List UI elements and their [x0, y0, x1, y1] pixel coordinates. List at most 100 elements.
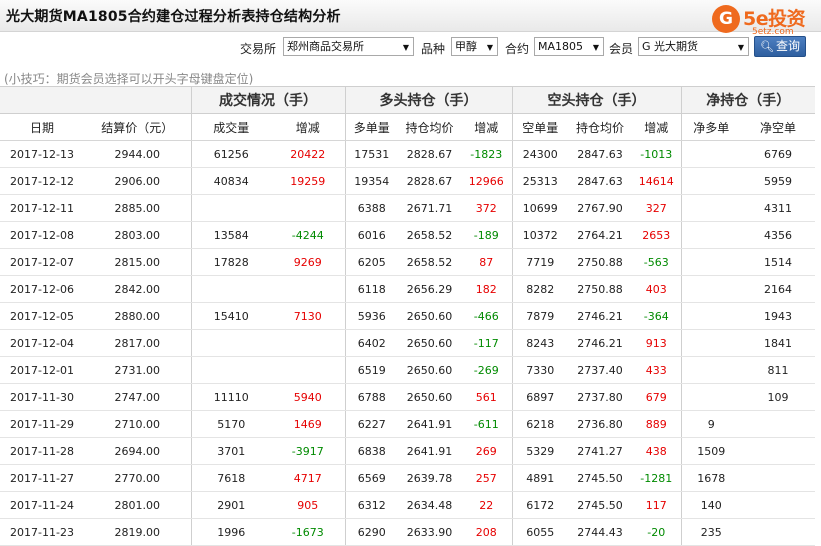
- cell-net-long: 9: [680, 410, 741, 438]
- cell-long-avg: 2641.91: [398, 410, 461, 438]
- cell-short-change: -563: [632, 248, 681, 276]
- cell-settle: 2731.00: [84, 356, 191, 384]
- cell-short-qty: 10699: [511, 194, 568, 222]
- tip-text: (小技巧：期货会员选择可以开头字母键盘定位): [4, 72, 254, 86]
- table-row: 2017-12-07 2815.00 17828 9269 6205 2658.52 87 7…: [0, 248, 815, 276]
- cell-date: 2017-12-12: [0, 167, 84, 195]
- cell-long-avg: 2650.60: [398, 356, 461, 384]
- table-row: 2017-12-05 2880.00 15410 7130 5936 2650.60 -46…: [0, 302, 815, 330]
- cell-volume: 1996: [190, 518, 271, 546]
- cell-long-avg: 2658.52: [398, 248, 461, 276]
- cell-volume-change: 905: [271, 491, 345, 519]
- cell-date: 2017-12-13: [0, 140, 84, 168]
- cell-short-avg: 2746.21: [568, 329, 632, 357]
- col-long-qty: 多单量: [344, 113, 398, 141]
- filter-bar: 交易所 郑州商品交易所 ▼ 品种 甲醇 ▼ 合约 MA1805 ▼ 会员 G 光…: [0, 33, 821, 63]
- cell-volume: 15410: [190, 302, 271, 330]
- cell-net-short: 5959: [741, 167, 815, 195]
- cell-net-long: [680, 248, 741, 276]
- cell-net-long: 140: [680, 491, 741, 519]
- cell-volume-change: 19259: [271, 167, 345, 195]
- cell-date: 2017-11-29: [0, 410, 84, 438]
- col-short-qty: 空单量: [511, 113, 568, 141]
- cell-settle: 2944.00: [84, 140, 191, 168]
- cell-short-change: 117: [632, 491, 681, 519]
- col-settle: 结算价（元）: [84, 113, 191, 141]
- cell-date: 2017-12-07: [0, 248, 84, 276]
- search-icon: 🔍︎: [760, 40, 774, 53]
- cell-net-long: [680, 302, 741, 330]
- cell-long-qty: 6519: [344, 356, 398, 384]
- col-short-change: 增减: [632, 113, 681, 141]
- cell-short-change: 327: [632, 194, 681, 222]
- exchange-label: 交易所: [240, 42, 277, 56]
- cell-short-qty: 5329: [511, 437, 568, 465]
- col-short-avg: 持仓均价: [568, 113, 632, 141]
- cell-long-qty: 6312: [344, 491, 398, 519]
- cell-long-change: -189: [461, 221, 512, 249]
- cell-volume: 17828: [190, 248, 271, 276]
- col-net-long: 净多单: [680, 113, 741, 141]
- cell-net-short: 4356: [741, 221, 815, 249]
- cell-short-avg: 2744.43: [568, 518, 632, 546]
- cell-net-long: [680, 356, 741, 384]
- cell-short-qty: 25313: [511, 167, 568, 195]
- group-net-header: 净持仓（手）: [680, 86, 815, 114]
- table-row: 2017-11-23 2819.00 1996 -1673 6290 2633.90 208…: [0, 518, 815, 546]
- cell-short-qty: 7330: [511, 356, 568, 384]
- group-short-header: 空头持仓（手）: [511, 86, 681, 114]
- cell-volume-change: [271, 275, 345, 303]
- cell-short-change: 889: [632, 410, 681, 438]
- cell-short-avg: 2736.80: [568, 410, 632, 438]
- cell-short-avg: 2745.50: [568, 491, 632, 519]
- cell-settle: 2694.00: [84, 437, 191, 465]
- cell-net-long: [680, 140, 741, 168]
- cell-volume-change: 4717: [271, 464, 345, 492]
- exchange-select-value: 郑州商品交易所: [287, 40, 364, 53]
- cell-long-change: 87: [461, 248, 512, 276]
- col-long-change: 增减: [461, 113, 512, 141]
- cell-short-avg: 2847.63: [568, 167, 632, 195]
- cell-long-avg: 2650.60: [398, 329, 461, 357]
- cell-volume-change: -1673: [271, 518, 345, 546]
- cell-net-short: 6769: [741, 140, 815, 168]
- title-bar: 光大期货MA1805合约建仓过程分析表持仓结构分析: [0, 0, 821, 32]
- cell-short-avg: 2737.40: [568, 356, 632, 384]
- cell-long-avg: 2658.52: [398, 221, 461, 249]
- cell-volume: 13584: [190, 221, 271, 249]
- cell-long-avg: 2650.60: [398, 383, 461, 411]
- group-header-row: 成交情况（手） 多头持仓（手） 空头持仓（手） 净持仓（手）: [0, 86, 815, 114]
- cell-net-long: [680, 221, 741, 249]
- cell-net-short: [741, 518, 815, 546]
- cell-long-avg: 2656.29: [398, 275, 461, 303]
- group-blank: [0, 86, 191, 114]
- cell-settle: 2906.00: [84, 167, 191, 195]
- cell-short-change: 403: [632, 275, 681, 303]
- cell-net-short: 1514: [741, 248, 815, 276]
- cell-net-long: 1678: [680, 464, 741, 492]
- table-row: 2017-11-27 2770.00 7618 4717 6569 2639.78 257 4…: [0, 464, 815, 492]
- table-row: 2017-12-11 2885.00 6388 2671.71 372 10699 2767…: [0, 194, 815, 222]
- cell-net-long: [680, 383, 741, 411]
- dropdown-arrow-icon: ▼: [592, 43, 599, 52]
- variety-select[interactable]: 甲醇 ▼: [451, 37, 498, 56]
- cell-date: 2017-12-04: [0, 329, 84, 357]
- cell-long-qty: 19354: [344, 167, 398, 195]
- cell-long-qty: 6227: [344, 410, 398, 438]
- query-button[interactable]: 🔍︎ 查询: [754, 36, 806, 57]
- cell-net-long: [680, 275, 741, 303]
- member-select[interactable]: G 光大期货 ▼: [638, 37, 749, 56]
- cell-net-short: [741, 491, 815, 519]
- table-row: 2017-12-08 2803.00 13584 -4244 6016 2658.52 -1…: [0, 221, 815, 249]
- group-trade-header: 成交情况（手）: [190, 86, 345, 114]
- contract-select[interactable]: MA1805 ▼: [534, 37, 604, 56]
- page-title: 光大期货MA1805合约建仓过程分析表持仓结构分析: [6, 9, 341, 25]
- cell-settle: 2842.00: [84, 275, 191, 303]
- col-long-avg: 持仓均价: [398, 113, 461, 141]
- cell-long-change: 257: [461, 464, 512, 492]
- exchange-select[interactable]: 郑州商品交易所 ▼: [283, 37, 414, 56]
- variety-label: 品种: [421, 42, 446, 56]
- cell-long-change: -466: [461, 302, 512, 330]
- cell-long-qty: 6290: [344, 518, 398, 546]
- cell-long-change: -117: [461, 329, 512, 357]
